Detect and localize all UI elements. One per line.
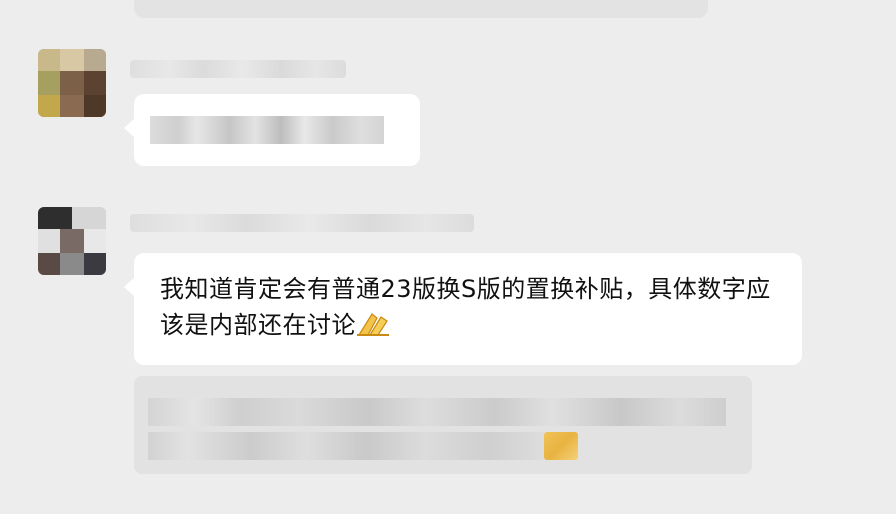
quoted-text-line-2 — [148, 432, 544, 460]
sender-name — [130, 60, 346, 78]
message-text — [150, 116, 384, 144]
message-text: 我知道肯定会有普通23版换S版的置换补贴，具体数字应该是内部还在讨论 — [160, 271, 780, 343]
folded-hands-emoji — [356, 310, 390, 338]
sender-avatar[interactable] — [38, 49, 106, 117]
quoted-text-line-1 — [148, 398, 726, 426]
message-bubble[interactable]: 我知道肯定会有普通23版换S版的置换补贴，具体数字应该是内部还在讨论 — [124, 253, 802, 365]
previous-message-bubble — [134, 0, 708, 18]
quoted-emoji — [544, 432, 578, 460]
message-bubble[interactable] — [124, 94, 420, 166]
sender-name — [130, 214, 474, 232]
message-text-content: 我知道肯定会有普通23版换S版的置换补贴，具体数字应该是内部还在讨论 — [160, 275, 771, 339]
quoted-message[interactable] — [134, 376, 752, 474]
sender-avatar[interactable] — [38, 207, 106, 275]
